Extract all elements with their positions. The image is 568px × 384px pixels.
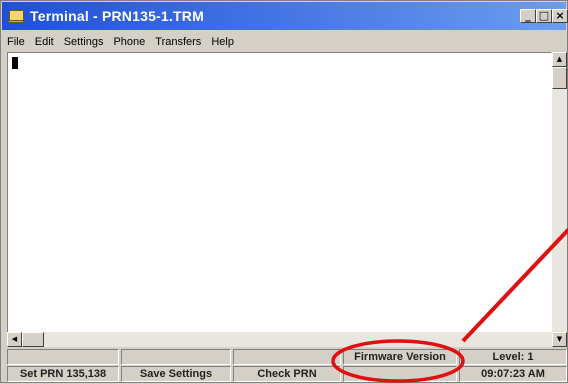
minimize-button[interactable]: _ [520, 9, 536, 23]
menu-phone[interactable]: Phone [108, 36, 150, 48]
check-prn-button[interactable]: Check PRN [233, 366, 341, 382]
function-key-button-empty[interactable] [343, 366, 457, 382]
scroll-down-arrow-icon[interactable]: ▼ [552, 332, 567, 347]
menu-settings[interactable]: Settings [59, 36, 109, 48]
function-key-button-empty[interactable] [233, 349, 341, 365]
terminal-window: Terminal - PRN135-1.TRM _ □ × File Edit … [0, 0, 568, 383]
scroll-left-arrow-icon[interactable]: ◀ [7, 332, 22, 347]
terminal-output-area[interactable] [7, 52, 552, 347]
title-bar[interactable]: Terminal - PRN135-1.TRM _ □ × [2, 2, 568, 30]
menu-transfers[interactable]: Transfers [150, 36, 206, 48]
level-indicator: Level: 1 [459, 349, 567, 365]
terminal-app-icon [8, 8, 24, 24]
vertical-scroll-thumb[interactable] [552, 67, 567, 89]
horizontal-scrollbar[interactable]: ◀ [7, 332, 552, 347]
set-prn-button[interactable]: Set PRN 135,138 [7, 366, 119, 382]
function-key-bar: Firmware Version Level: 1 Set PRN 135,13… [7, 348, 567, 382]
clock-display: 09:07:23 AM [459, 366, 567, 382]
text-cursor [12, 57, 18, 69]
close-button[interactable]: × [552, 9, 568, 23]
save-settings-button[interactable]: Save Settings [121, 366, 231, 382]
firmware-version-button[interactable]: Firmware Version [343, 349, 457, 365]
window-title: Terminal - PRN135-1.TRM [30, 8, 204, 24]
menu-bar: File Edit Settings Phone Transfers Help [2, 32, 566, 52]
maximize-button[interactable]: □ [536, 9, 552, 23]
menu-edit[interactable]: Edit [30, 36, 59, 48]
menu-file[interactable]: File [2, 36, 30, 48]
function-key-button-empty[interactable] [121, 349, 231, 365]
function-key-button-empty[interactable] [7, 349, 119, 365]
menu-help[interactable]: Help [206, 36, 239, 48]
horizontal-scroll-thumb[interactable] [22, 332, 44, 347]
scroll-up-arrow-icon[interactable]: ▲ [552, 52, 567, 67]
vertical-scrollbar[interactable]: ▲ ▼ [552, 52, 567, 347]
